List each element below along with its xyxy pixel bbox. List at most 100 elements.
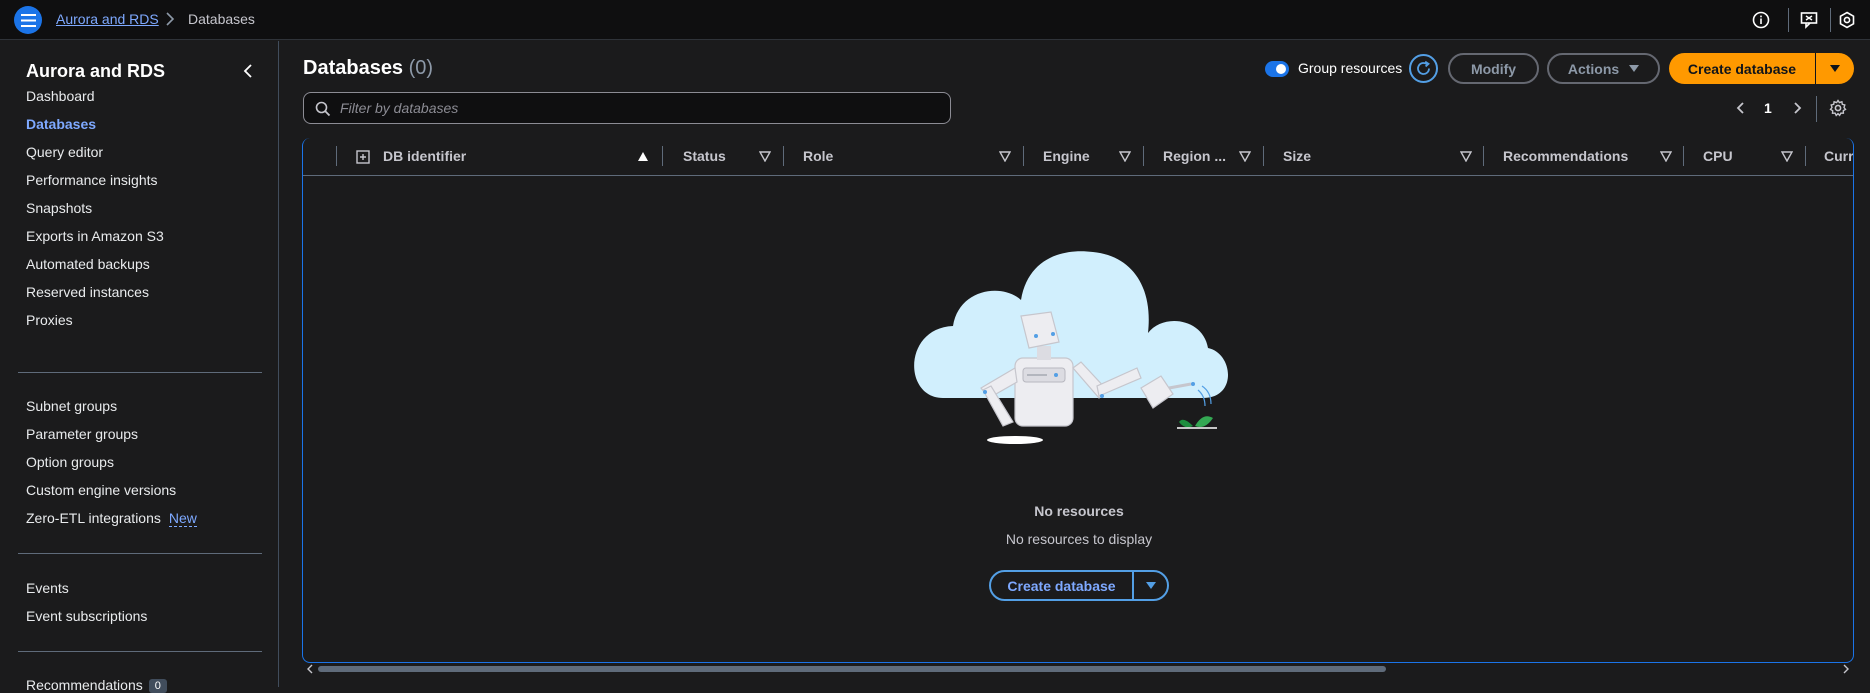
column-header-db-identifier[interactable]: DB identifier	[383, 148, 466, 164]
column-header-role[interactable]: Role	[803, 148, 833, 164]
create-database-split-button[interactable]: Create database	[1669, 53, 1854, 84]
column-separator	[662, 146, 663, 166]
caret-down-icon	[1145, 581, 1156, 589]
breadcrumb-current: Databases	[188, 11, 255, 27]
previous-page-icon[interactable]	[1733, 99, 1749, 117]
column-separator	[1805, 146, 1806, 166]
search-icon	[315, 101, 331, 117]
menu-icon[interactable]	[14, 6, 42, 34]
column-header-engine[interactable]: Engine	[1043, 148, 1090, 164]
actions-button[interactable]: Actions	[1547, 53, 1660, 84]
column-header-cpu[interactable]: CPU	[1703, 148, 1733, 164]
sidebar-item-snapshots[interactable]: Snapshots	[26, 200, 92, 216]
topbar-divider	[1830, 8, 1831, 32]
sort-ascending-icon[interactable]	[637, 151, 649, 162]
sidebar-item-custom-engine-versions[interactable]: Custom engine versions	[26, 482, 176, 498]
sidebar-item-recommendations[interactable]: Recommendations 0	[26, 677, 167, 693]
column-header-recommendations[interactable]: Recommendations	[1503, 148, 1628, 164]
sidebar-item-zero-etl[interactable]: Zero-ETL integrations New	[26, 510, 197, 527]
sidebar-item-label[interactable]: Zero-ETL integrations	[26, 510, 161, 526]
sort-icon[interactable]	[1460, 151, 1472, 162]
sidebar-item-dashboard[interactable]: Dashboard	[26, 88, 95, 104]
group-resources-toggle[interactable]	[1265, 61, 1289, 77]
gear-icon[interactable]	[1829, 99, 1847, 117]
pager-divider	[1816, 96, 1817, 122]
sidebar-item-query-editor[interactable]: Query editor	[26, 144, 103, 160]
page-number[interactable]: 1	[1764, 100, 1772, 116]
empty-create-database-dropdown[interactable]	[1134, 572, 1167, 599]
sidebar-item-event-subscriptions[interactable]: Event subscriptions	[26, 608, 147, 624]
sort-icon[interactable]	[999, 151, 1011, 162]
new-badge[interactable]: New	[168, 510, 197, 527]
table-header: DB identifier Status Role Engine Region …	[303, 138, 1853, 176]
side-navigation: Aurora and RDS Dashboard Databases Query…	[0, 41, 279, 693]
column-separator	[1023, 146, 1024, 166]
chevron-right-icon	[166, 12, 175, 26]
page-title-text: Databases	[303, 57, 404, 79]
expand-all-icon[interactable]	[356, 150, 370, 164]
column-header-current[interactable]: Curr	[1824, 148, 1853, 164]
filter-databases-field[interactable]	[303, 92, 951, 124]
sidebar-item-subnet-groups[interactable]: Subnet groups	[26, 398, 117, 414]
sidebar-item-automated-backups[interactable]: Automated backups	[26, 256, 150, 272]
count-badge: 0	[148, 679, 167, 693]
group-resources-label: Group resources	[1298, 60, 1403, 76]
actions-label: Actions	[1567, 60, 1620, 77]
sort-icon[interactable]	[1239, 151, 1251, 162]
horizontal-scrollbar[interactable]	[302, 663, 1854, 675]
column-header-region[interactable]: Region ...	[1163, 148, 1226, 164]
column-separator	[1683, 146, 1684, 166]
column-header-size[interactable]: Size	[1283, 148, 1311, 164]
feedback-icon[interactable]	[1799, 10, 1819, 30]
column-header-status[interactable]: Status	[683, 148, 726, 164]
modify-button[interactable]: Modify	[1448, 53, 1539, 84]
create-database-button[interactable]: Create database	[1669, 53, 1816, 84]
breadcrumb-link-aurora-rds[interactable]: Aurora and RDS	[56, 11, 159, 27]
sort-icon[interactable]	[1781, 151, 1793, 162]
sidebar-item-events[interactable]: Events	[26, 580, 69, 596]
scroll-right-icon[interactable]	[1842, 664, 1850, 674]
chevron-left-icon[interactable]	[240, 62, 256, 80]
scrollbar-thumb[interactable]	[318, 666, 1386, 672]
sidebar-item-parameter-groups[interactable]: Parameter groups	[26, 426, 138, 442]
sidebar-divider	[18, 372, 262, 373]
robot-watering-plant-illustration	[914, 251, 1228, 444]
sort-icon[interactable]	[1660, 151, 1672, 162]
refresh-icon	[1417, 60, 1430, 75]
sidebar-item-databases[interactable]: Databases	[26, 116, 96, 132]
column-separator	[783, 146, 784, 166]
caret-down-icon	[1629, 64, 1640, 72]
filter-databases-input[interactable]	[340, 98, 940, 118]
scroll-left-icon[interactable]	[306, 664, 314, 674]
sidebar-item-reserved-instances[interactable]: Reserved instances	[26, 284, 149, 300]
topbar-divider	[1788, 8, 1789, 32]
sidebar-item-proxies[interactable]: Proxies	[26, 312, 73, 328]
column-separator	[1263, 146, 1264, 166]
empty-create-database-split-button[interactable]: Create database	[989, 570, 1169, 601]
empty-state-title: No resources	[1034, 503, 1124, 519]
sidebar-item-option-groups[interactable]: Option groups	[26, 454, 114, 470]
settings-hex-icon[interactable]	[1837, 10, 1857, 30]
sort-icon[interactable]	[1119, 151, 1131, 162]
sidebar-divider	[18, 553, 262, 554]
sidebar-item-performance-insights[interactable]: Performance insights	[26, 172, 158, 188]
sidebar-title: Aurora and RDS	[26, 61, 166, 81]
next-page-icon[interactable]	[1789, 99, 1805, 117]
refresh-button[interactable]	[1409, 54, 1438, 83]
create-database-dropdown[interactable]	[1816, 53, 1854, 84]
databases-table: DB identifier Status Role Engine Region …	[302, 138, 1854, 663]
caret-down-icon	[1830, 64, 1840, 72]
sidebar-item-exports-s3[interactable]: Exports in Amazon S3	[26, 228, 164, 244]
sidebar-item-label[interactable]: Recommendations	[26, 677, 143, 693]
resource-count: (0)	[408, 57, 434, 79]
top-navigation-bar: Aurora and RDS Databases	[0, 0, 1870, 40]
sidebar-divider	[18, 651, 262, 652]
page-title: Databases (0)	[303, 57, 433, 80]
column-separator	[1143, 146, 1144, 166]
column-separator	[1483, 146, 1484, 166]
sort-icon[interactable]	[759, 151, 771, 162]
empty-create-database-button[interactable]: Create database	[991, 572, 1134, 599]
column-separator	[336, 146, 337, 166]
empty-state-subtitle: No resources to display	[1005, 531, 1153, 547]
info-icon[interactable]	[1751, 10, 1771, 30]
